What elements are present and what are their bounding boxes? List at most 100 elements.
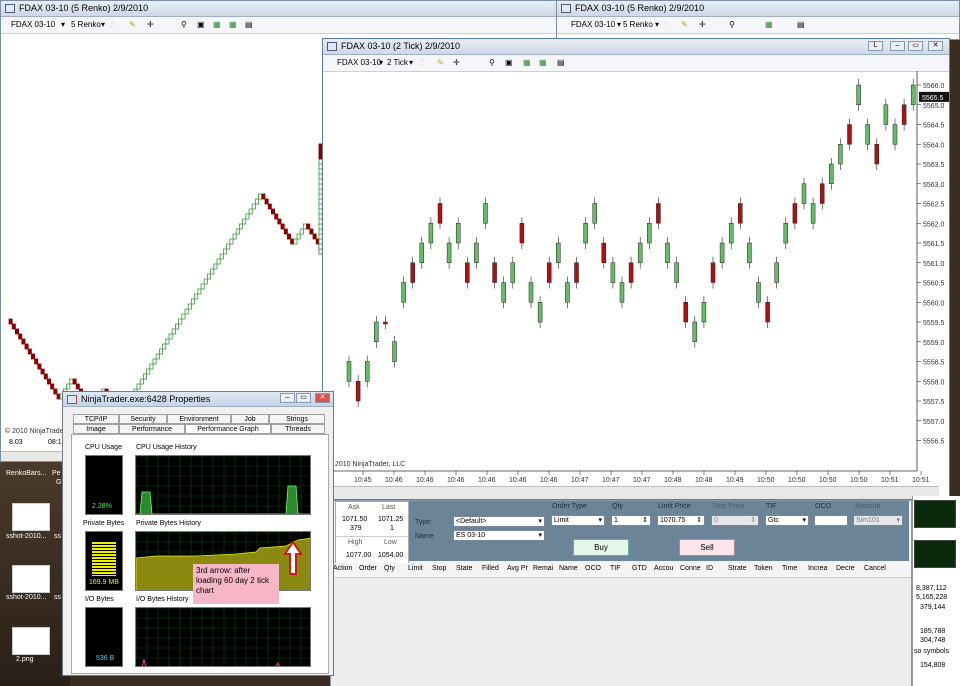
tif-select[interactable]: Gtc ▾	[765, 515, 809, 526]
renko-chart-window-right[interactable]: FDAX 03-10 (5 Renko) 2/9/2010 FDAX 03-10…	[556, 0, 960, 40]
instrument-dropdown-icon[interactable]: ▾	[617, 20, 621, 29]
candle-down	[574, 262, 579, 283]
close-button[interactable]: ✕	[315, 393, 330, 403]
renko-brick-up	[222, 248, 227, 255]
renko-brick-down	[270, 208, 275, 215]
account-select[interactable]: Sim101 ▾	[853, 515, 903, 526]
tab-threads[interactable]: Threads	[271, 424, 325, 434]
column-header[interactable]: GTD	[632, 565, 647, 572]
column-header[interactable]: Token	[754, 565, 773, 572]
column-header[interactable]: Conne	[680, 565, 701, 572]
desktop-thumbnail[interactable]	[12, 565, 50, 593]
sell-button[interactable]: Sell	[679, 539, 735, 556]
column-header[interactable]: ID	[706, 565, 713, 572]
oco-input[interactable]	[814, 515, 848, 526]
column-header[interactable]: Qty	[384, 565, 395, 572]
indicators-icon[interactable]: ▦	[765, 20, 773, 29]
tick-chart-window[interactable]: FDAX 03-10 (2 Tick) 2/9/2010 L – ▭ ✕ FDA…	[322, 38, 950, 500]
y-axis-label: 5562.5	[923, 202, 945, 209]
drawing-pencil-icon[interactable]: ✎	[681, 20, 688, 29]
candle-up	[455, 223, 461, 244]
renko-brick-up	[136, 383, 141, 390]
column-header[interactable]: State	[456, 565, 472, 572]
limit-price-stepper[interactable]: 1070.75 ⇕	[657, 515, 705, 526]
stop-price-label: Stop Price	[712, 503, 745, 510]
renko-brick-up	[302, 223, 307, 230]
crosshair-icon[interactable]: ✛	[699, 20, 706, 29]
stepper-icon[interactable]: ⇕	[750, 516, 756, 525]
period-dropdown-icon[interactable]: ▾	[655, 20, 659, 29]
type-select[interactable]: <Default> ▾	[453, 516, 545, 527]
period-selector[interactable]: 5 Renko	[623, 20, 653, 29]
renko-brick-down	[27, 348, 32, 355]
desktop-item-label[interactable]: sshot-2010...	[6, 533, 46, 540]
dialog-titlebar[interactable]: NinjaTrader.exe:6428 Properties – ▭ ✕	[63, 392, 333, 407]
order-entry-window[interactable]: Ask Last 1071.50 1071.25 379 1 High Low …	[330, 500, 912, 686]
renko-brick-down	[290, 238, 295, 245]
window-titlebar[interactable]: FDAX 03-10 (5 Renko) 2/9/2010	[557, 1, 959, 17]
column-header[interactable]: Avg Pr	[507, 565, 528, 572]
column-header[interactable]: Cancel	[864, 565, 886, 572]
candle-up	[565, 282, 570, 303]
desktop-thumbnail[interactable]	[12, 503, 50, 531]
desktop-item-label[interactable]: RenkoBars...	[6, 470, 46, 477]
data-box-icon[interactable]: ▤	[797, 20, 805, 29]
column-header[interactable]: Stop	[432, 565, 446, 572]
renko-brick-down	[56, 393, 61, 400]
orders-grid-body[interactable]	[331, 578, 911, 686]
bar-type-icon[interactable]: ⫶	[665, 20, 667, 30]
candle-up	[346, 361, 352, 382]
scrollbar[interactable]	[323, 486, 939, 499]
stop-price-stepper[interactable]: 0 ⇕	[711, 515, 759, 526]
ask-price[interactable]: 1071.50	[342, 516, 367, 523]
tick-chart[interactable]: 5566.0 5565.0 5564.5 5564.0 5563.5 5563.0 5562…	[323, 39, 950, 500]
tab-performance-graph[interactable]: Performance Graph	[185, 424, 271, 434]
renko-brick-down	[30, 353, 35, 360]
maximize-button[interactable]: ▭	[296, 393, 311, 403]
desktop-thumbnail[interactable]	[12, 627, 50, 655]
instrument-selector[interactable]: FDAX 03-10	[571, 20, 615, 29]
tab-performance[interactable]: Performance	[119, 424, 185, 434]
name-select[interactable]: ES 03-10 ▾	[453, 530, 545, 541]
renko-brick-down	[264, 198, 269, 205]
process-icon	[67, 395, 77, 404]
column-header[interactable]: TIF	[610, 565, 621, 572]
tab-job[interactable]: Job	[231, 414, 269, 424]
candle-up	[647, 223, 652, 244]
stepper-icon[interactable]: ⇕	[696, 516, 702, 525]
tab-tcpip[interactable]: TCP/IP	[73, 414, 119, 424]
desktop-item-label[interactable]: 2.png	[16, 656, 34, 663]
column-header[interactable]: Name	[559, 565, 578, 572]
stepper-icon[interactable]: ⇕	[642, 516, 648, 525]
column-header[interactable]: Filled	[482, 565, 499, 572]
tab-strings[interactable]: Strings	[269, 414, 325, 424]
y-axis-label: 5558.5	[923, 360, 945, 367]
renko-brick-up	[213, 263, 218, 270]
zoom-icon[interactable]: ⚲	[729, 20, 735, 29]
column-header[interactable]: Increa	[808, 565, 827, 572]
buy-button[interactable]: Buy	[573, 539, 629, 556]
io-bytes-history-label: I/O Bytes History	[136, 596, 189, 603]
desktop-item-label[interactable]: sshot-2010...	[6, 594, 46, 601]
column-header[interactable]: Limit	[408, 565, 423, 572]
column-header[interactable]: Order	[359, 565, 377, 572]
column-header[interactable]: Accou	[654, 565, 673, 572]
minimize-button[interactable]: –	[280, 393, 295, 403]
process-properties-dialog[interactable]: NinjaTrader.exe:6428 Properties – ▭ ✕ TC…	[62, 391, 334, 676]
tab-environment[interactable]: Environment	[167, 414, 231, 424]
column-header[interactable]: OCO	[585, 565, 601, 572]
renko-brick-up	[210, 268, 215, 275]
column-header[interactable]: Strate	[728, 565, 747, 572]
column-header[interactable]: Remai	[533, 565, 553, 572]
order-type-select[interactable]: Limit ▾	[551, 515, 605, 526]
tab-image[interactable]: Image	[73, 424, 119, 434]
column-header[interactable]: Action	[333, 565, 352, 572]
tab-security[interactable]: Security	[119, 414, 167, 424]
up-arrow-icon	[283, 540, 303, 575]
last-price-label: 5565.5	[922, 95, 944, 102]
column-header[interactable]: Decre	[836, 565, 855, 572]
qty-stepper[interactable]: 1 ⇕	[611, 515, 651, 526]
io-bytes-value: 536 B	[96, 655, 115, 662]
x-axis-label: 8.03	[9, 439, 23, 446]
column-header[interactable]: Time	[782, 565, 797, 572]
